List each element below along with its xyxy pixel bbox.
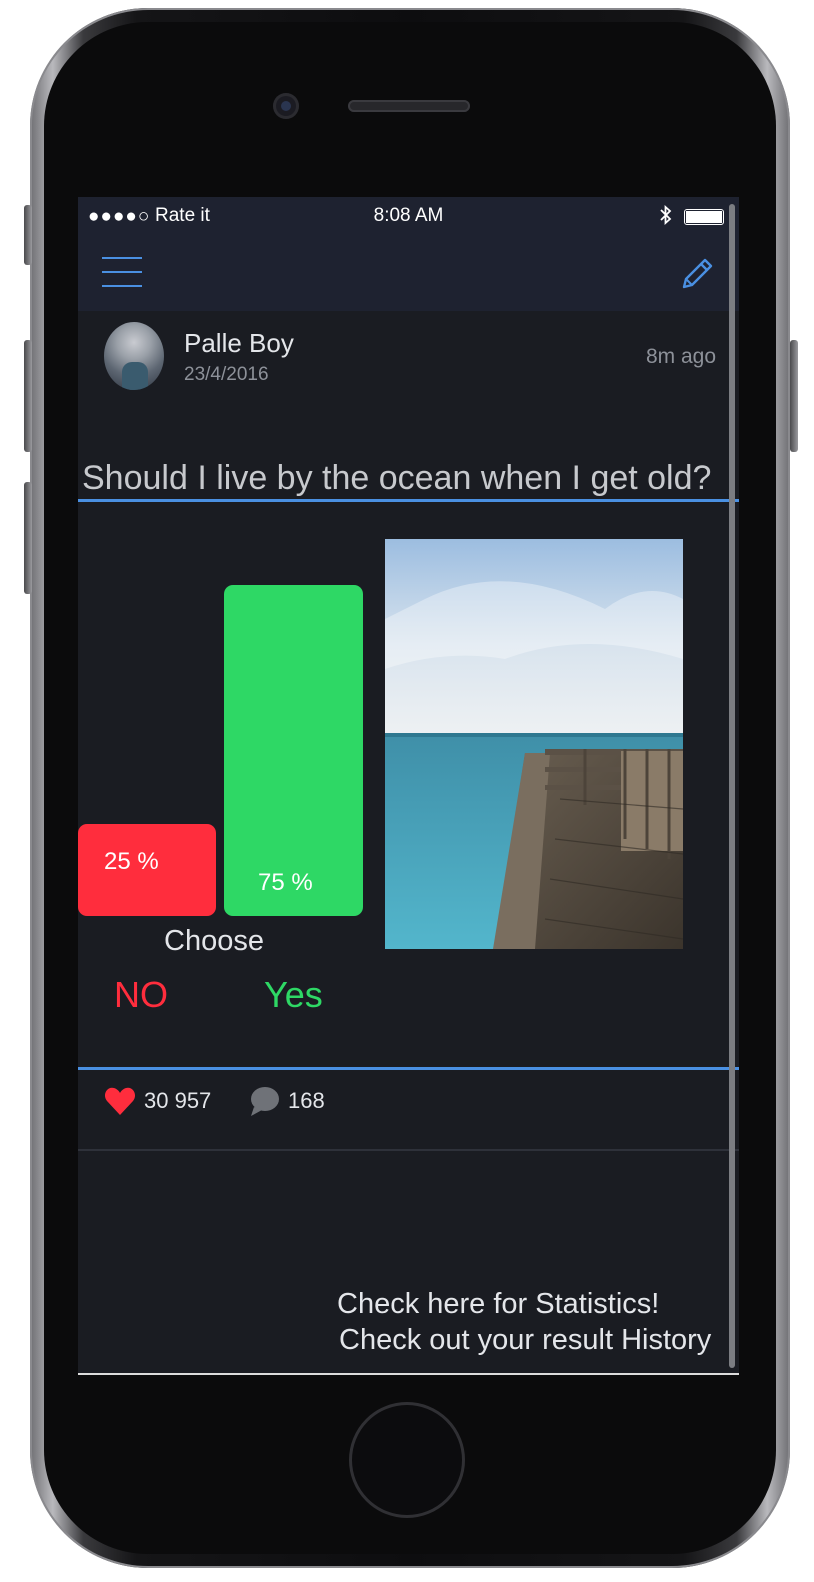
yes-vote-bar[interactable]	[224, 585, 363, 916]
like-count: 30 957	[144, 1088, 212, 1113]
yes-percent-label: 75 %	[258, 869, 313, 896]
volume-down-button	[24, 482, 32, 594]
content-divider	[78, 1067, 739, 1070]
screen-bottom-edge	[78, 1373, 739, 1375]
yes-option-button[interactable]: Yes	[264, 974, 323, 1016]
power-button	[790, 340, 798, 452]
no-percent-label: 25 %	[104, 848, 159, 875]
question-divider	[78, 499, 739, 502]
no-option-button[interactable]: NO	[114, 974, 168, 1016]
mute-switch	[24, 205, 32, 265]
statistics-link[interactable]: Check here for Statistics!	[337, 1288, 659, 1321]
front-camera	[273, 93, 299, 119]
earpiece-speaker	[348, 100, 470, 112]
comment-icon[interactable]	[248, 1085, 282, 1117]
status-time: 8:08 AM	[373, 205, 444, 226]
post-date: 23/4/2016	[184, 364, 269, 385]
pencil-icon[interactable]	[676, 253, 716, 293]
status-bar: ●●●●○ Rate it 8:08 AM	[78, 197, 739, 237]
navigation-bar	[78, 237, 739, 311]
poll-question: Should I live by the ocean when I get ol…	[82, 459, 712, 497]
home-button[interactable]	[349, 1402, 465, 1518]
scrollbar[interactable]	[729, 204, 735, 1368]
volume-up-button	[24, 340, 32, 452]
time-ago: 8m ago	[645, 345, 716, 368]
bluetooth-icon	[658, 204, 674, 232]
history-link[interactable]: Check out your result History	[339, 1324, 711, 1357]
battery-icon	[684, 209, 724, 225]
post-photo[interactable]	[385, 539, 683, 949]
author-name[interactable]: Palle Boy	[184, 328, 294, 359]
avatar[interactable]	[104, 322, 164, 390]
heart-icon[interactable]	[104, 1086, 136, 1116]
hamburger-icon[interactable]	[102, 257, 142, 287]
app-screen: ●●●●○ Rate it 8:08 AM Palle Boy 23/4/201…	[78, 197, 739, 1374]
stats-divider	[78, 1149, 739, 1151]
choose-label: Choose	[164, 925, 264, 957]
comment-count: 168	[288, 1088, 325, 1113]
